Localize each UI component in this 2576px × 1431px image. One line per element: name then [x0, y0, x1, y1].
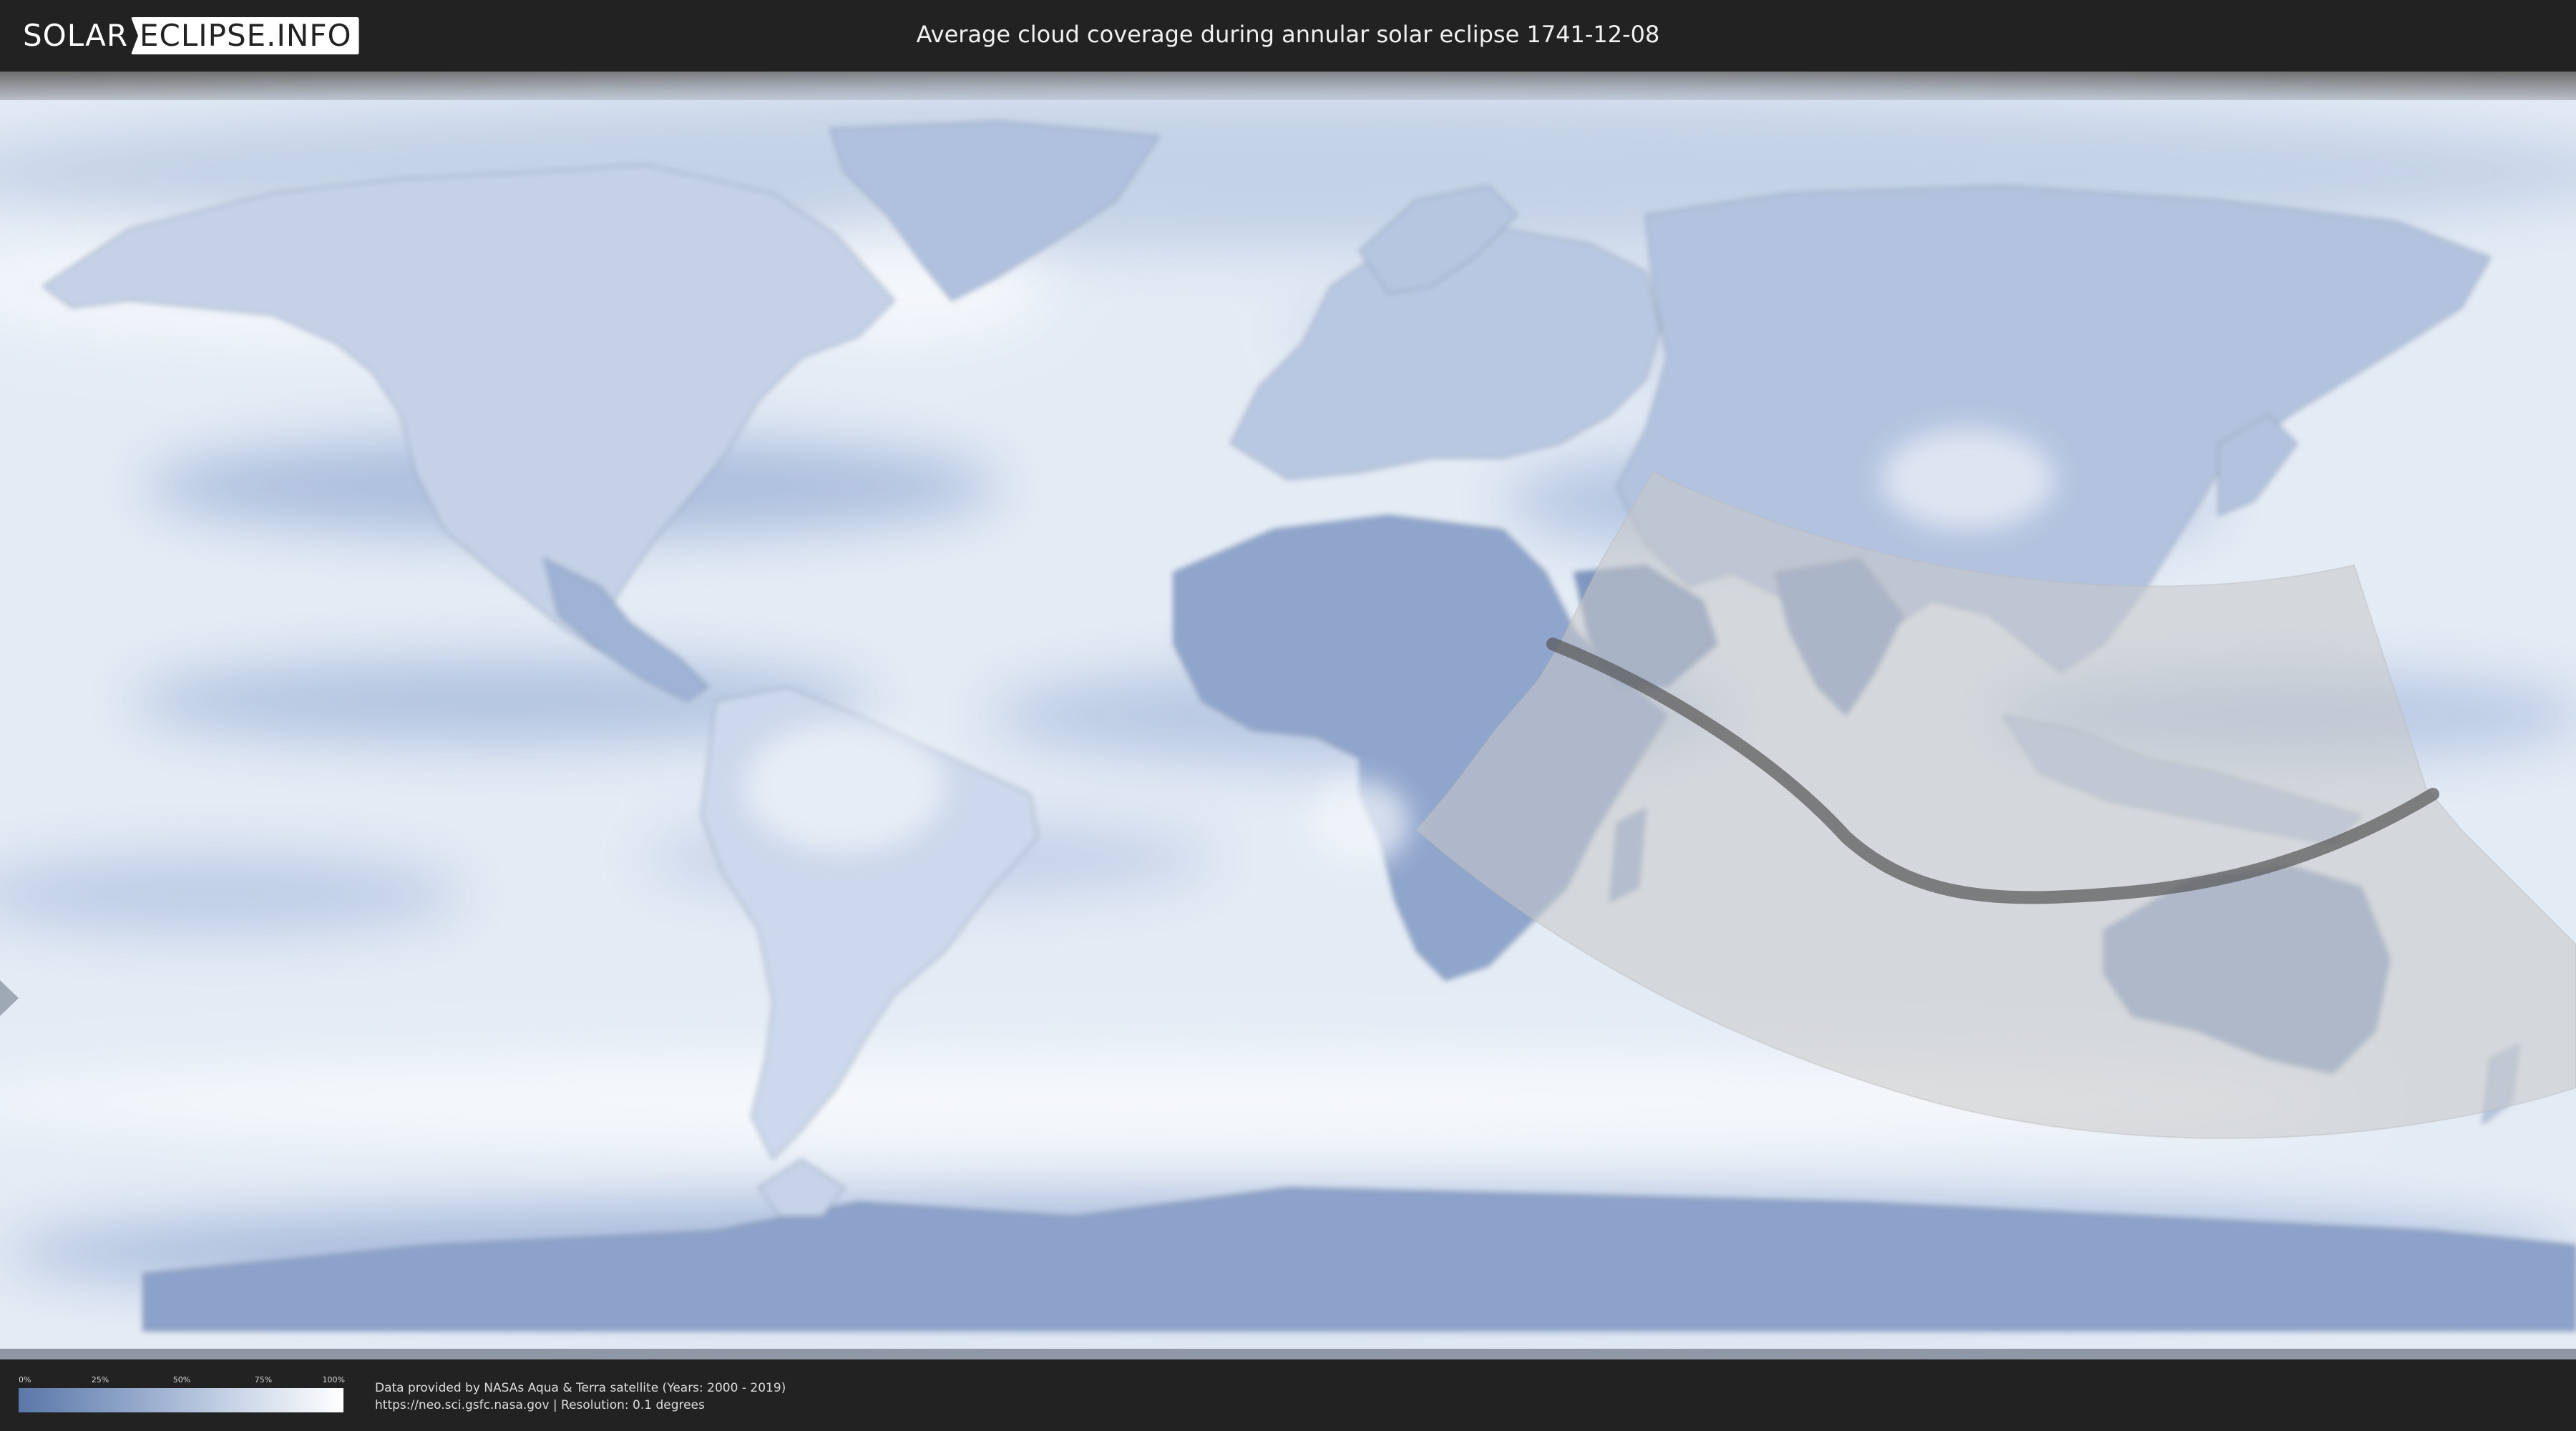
legend-tick-25: 25%: [91, 1375, 109, 1384]
header-bar: SOLAR ECLIPSE.INFO Average cloud coverag…: [0, 0, 2576, 72]
bottom-edge-shade: [0, 1349, 2576, 1359]
legend-tick-100: 100%: [322, 1375, 345, 1384]
data-credit: Data provided by NASAs Aqua & Terra sate…: [375, 1381, 786, 1395]
data-source-link[interactable]: https://neo.sci.gsfc.nasa.gov | Resoluti…: [375, 1397, 705, 1414]
footer-bar: 0% 25% 50% 75% 100% Data provided by NAS…: [0, 1359, 2576, 1431]
cloud-coverage-legend-bar: [19, 1388, 343, 1412]
legend-tick-0: 0%: [19, 1375, 31, 1384]
legend-tick-50: 50%: [172, 1375, 191, 1384]
page-title: Average cloud coverage during annular so…: [916, 21, 1660, 48]
legend-ticks: 0% 25% 50% 75% 100%: [19, 1375, 345, 1385]
legend-tick-75: 75%: [254, 1375, 273, 1384]
cloud-coverage-map: [0, 72, 2576, 1359]
eclipse-map-page: SOLAR ECLIPSE.INFO Average cloud coverag…: [0, 0, 2576, 1431]
